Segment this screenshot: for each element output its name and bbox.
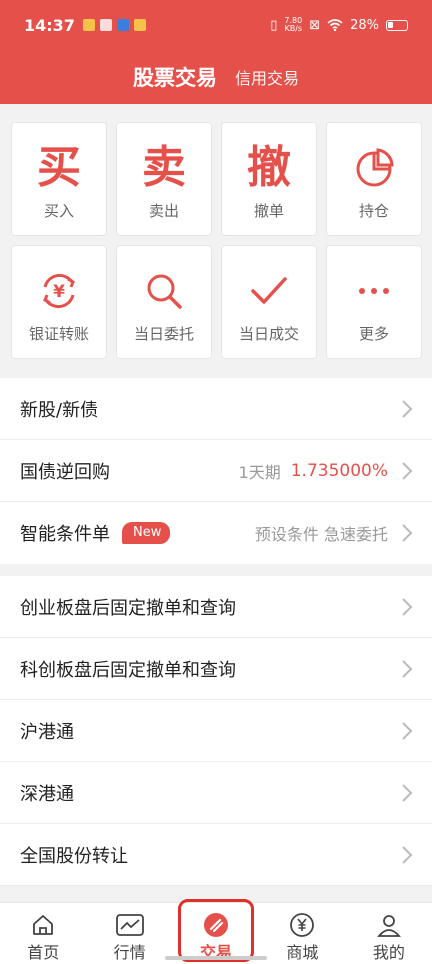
list-item-title: 科创板盘后固定撤单和查询 xyxy=(20,659,236,681)
list-group-1: 新股/新债 国债逆回购 1天期 1.735000% 智能条件单 New 预设条件… xyxy=(0,378,432,564)
tab-home[interactable]: 首页 xyxy=(0,903,86,964)
more-icon xyxy=(357,268,391,314)
notification-icon xyxy=(99,19,112,31)
sim-icon: ⊠ xyxy=(309,17,321,33)
chart-icon xyxy=(115,911,144,939)
sell-tile[interactable]: 卖 卖出 xyxy=(116,122,212,236)
list-group-2: 创业板盘后固定撤单和查询 科创板盘后固定撤单和查询 沪港通 深港通 全国股份转让 xyxy=(0,576,432,886)
buy-tile[interactable]: 买 买入 xyxy=(11,122,107,236)
tab-credit-trade[interactable]: 信用交易 xyxy=(235,65,299,89)
list-item-title: 国债逆回购 xyxy=(20,461,110,483)
tab-label: 我的 xyxy=(372,943,405,962)
chevron-right-icon xyxy=(402,845,413,864)
notification-icon xyxy=(82,19,95,31)
notification-icon xyxy=(133,19,146,31)
user-icon xyxy=(376,911,402,939)
status-right: ▯ 7.80 KB/s ⊠ 28% xyxy=(270,17,408,33)
smart-order-hint: 预设条件 急速委托 xyxy=(254,525,388,544)
sell-glyph: 卖 xyxy=(142,142,186,193)
battery-percent: 28% xyxy=(350,17,379,33)
tile-label: 更多 xyxy=(358,325,389,343)
list-item-title: 智能条件单 xyxy=(20,524,110,545)
repo-info: 1天期 1.735000% xyxy=(239,459,388,483)
chevron-right-icon xyxy=(402,783,413,802)
list-item-shenzhen-hk[interactable]: 深港通 xyxy=(0,762,432,824)
list-item-shanghai-hk[interactable]: 沪港通 xyxy=(0,700,432,762)
tile-label: 当日成交 xyxy=(238,325,299,343)
status-time: 14:37 xyxy=(24,15,75,35)
list-item-neeq[interactable]: 全国股份转让 xyxy=(0,824,432,886)
tile-label: 银证转账 xyxy=(28,325,89,343)
list-item-new-stock[interactable]: 新股/新债 xyxy=(0,378,432,440)
checkmark-icon xyxy=(249,268,289,314)
list-item-title: 深港通 xyxy=(20,783,74,805)
tile-label: 持仓 xyxy=(358,202,389,220)
chevron-right-icon xyxy=(402,524,413,542)
new-badge: New xyxy=(122,522,171,544)
tab-label: 行情 xyxy=(113,943,146,962)
tile-label: 当日委托 xyxy=(133,325,194,343)
repo-rate: 1.735000% xyxy=(290,460,388,481)
notification-icon xyxy=(116,19,129,31)
tab-stock-trade[interactable]: 股票交易 xyxy=(133,62,217,92)
chevron-right-icon xyxy=(402,399,413,418)
today-trades-tile[interactable]: 当日成交 xyxy=(221,245,317,359)
function-grid: 买 买入 卖 卖出 撤 撤单 持仓 ¥ 银证转账 当日委托 当日成交 更多 xyxy=(0,104,432,378)
tab-market[interactable]: 行情 xyxy=(86,903,172,964)
cancel-order-tile[interactable]: 撤 撤单 xyxy=(221,122,317,236)
battery-icon xyxy=(386,19,408,31)
tile-label: 买入 xyxy=(43,202,74,220)
tile-label: 卖出 xyxy=(148,202,179,220)
yuan-transfer-icon: ¥ xyxy=(37,268,81,314)
chevron-right-icon xyxy=(402,659,413,678)
list-item-star-after-hours[interactable]: 科创板盘后固定撤单和查询 xyxy=(0,638,432,700)
bank-transfer-tile[interactable]: ¥ 银证转账 xyxy=(11,245,107,359)
app-header: 14:37 ▯ 7.80 KB/s ⊠ 28% 股票交易 信用交易 xyxy=(0,0,432,104)
list-item-gem-after-hours[interactable]: 创业板盘后固定撤单和查询 xyxy=(0,576,432,638)
buy-glyph: 买 xyxy=(37,142,81,193)
holdings-tile[interactable]: 持仓 xyxy=(326,122,422,236)
today-orders-tile[interactable]: 当日委托 xyxy=(116,245,212,359)
chevron-right-icon xyxy=(402,461,413,480)
home-icon xyxy=(31,911,55,939)
repo-period: 1天期 xyxy=(238,462,281,482)
vibrate-icon: ▯ xyxy=(270,17,278,33)
list-item-smart-order[interactable]: 智能条件单 New 预设条件 急速委托 xyxy=(0,502,432,564)
pie-chart-icon xyxy=(354,145,394,191)
list-item-reverse-repo[interactable]: 国债逆回购 1天期 1.735000% xyxy=(0,440,432,502)
cancel-glyph: 撤 xyxy=(247,142,291,193)
wifi-icon xyxy=(327,19,343,31)
list-item-title: 全国股份转让 xyxy=(20,845,128,867)
tab-mine[interactable]: 我的 xyxy=(346,903,432,964)
bottom-tab-bar: 首页 行情 交易 商城 我的 xyxy=(0,899,432,964)
tile-label: 撤单 xyxy=(253,202,284,220)
tab-label: 商城 xyxy=(286,943,319,962)
notification-icons xyxy=(82,19,146,31)
tab-mall[interactable]: 商城 xyxy=(259,903,345,964)
list-item-title: 新股/新债 xyxy=(20,399,99,421)
chevron-right-icon xyxy=(402,721,413,740)
list-item-title: 创业板盘后固定撤单和查询 xyxy=(20,597,236,619)
search-icon xyxy=(144,268,184,314)
tab-trade[interactable]: 交易 xyxy=(173,899,259,964)
chevron-right-icon xyxy=(402,597,413,616)
status-bar: 14:37 ▯ 7.80 KB/s ⊠ 28% xyxy=(0,0,432,50)
home-indicator[interactable] xyxy=(165,956,267,960)
tab-label: 首页 xyxy=(27,943,60,962)
yuan-icon xyxy=(289,911,315,939)
list-item-title: 沪港通 xyxy=(20,721,74,743)
network-speed: 7.80 KB/s xyxy=(284,16,303,33)
trade-icon xyxy=(203,911,229,939)
title-bar: 股票交易 信用交易 xyxy=(0,52,432,102)
more-tile[interactable]: 更多 xyxy=(326,245,422,359)
svg-text:¥: ¥ xyxy=(53,282,65,302)
